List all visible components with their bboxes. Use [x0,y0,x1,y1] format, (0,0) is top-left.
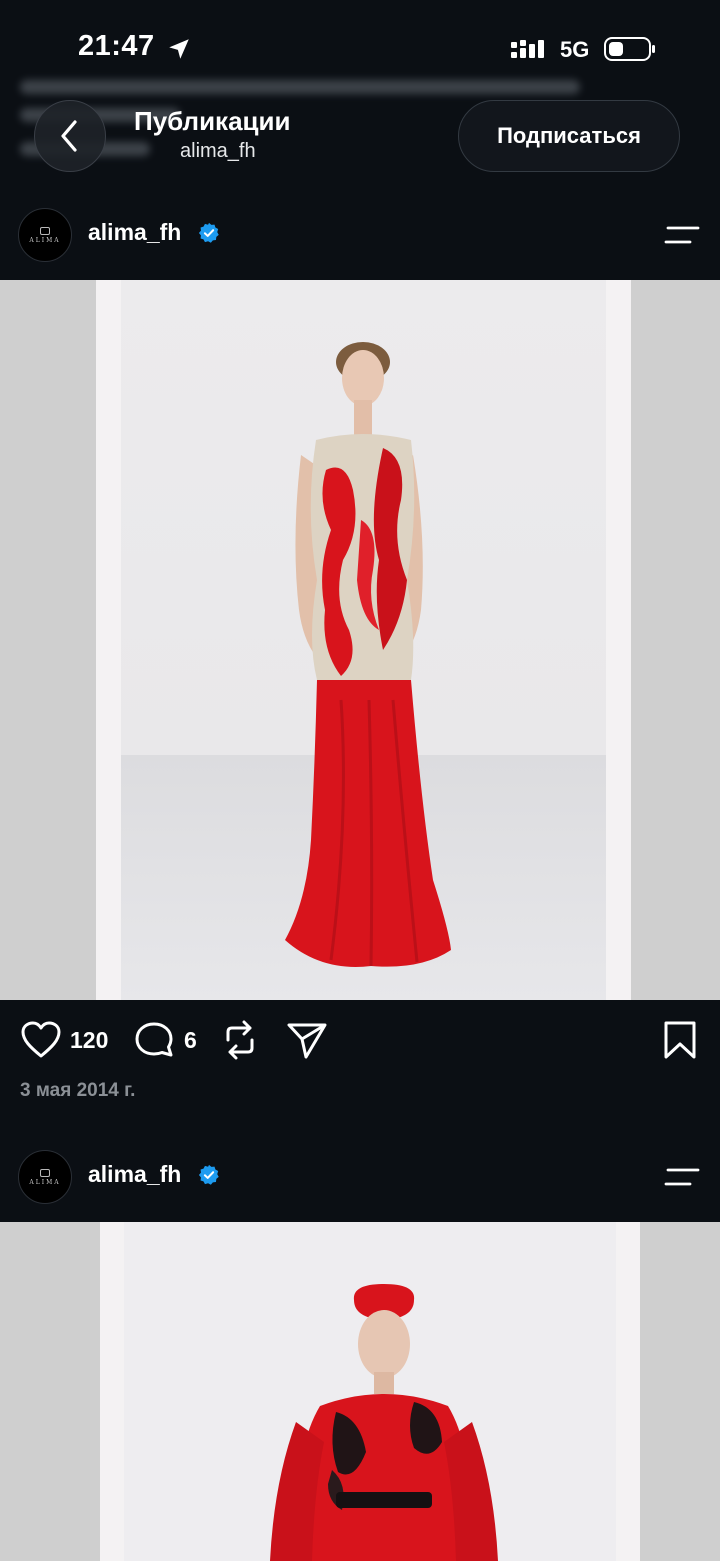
menu-icon[interactable] [664,224,700,246]
repost-button[interactable] [220,1020,260,1060]
share-button[interactable] [286,1020,328,1060]
author-name[interactable]: alima_fh [88,1161,181,1188]
model-in-red-gown-figure [285,342,451,967]
status-bar: 21:47 5G [0,0,720,96]
bookmark-icon [664,1021,696,1059]
bookmark-button[interactable] [662,1020,698,1060]
comment-icon [135,1022,173,1057]
back-button[interactable] [34,100,106,172]
comment-button[interactable]: 6 [134,1020,197,1060]
page-title: Публикации [134,106,291,136]
follow-button[interactable]: Подписаться [458,100,680,172]
avatar[interactable]: ALIMA [18,1150,72,1204]
like-button[interactable]: 120 [20,1020,108,1060]
verified-icon [198,1164,219,1185]
post-image[interactable] [0,1222,720,1561]
post-author-row: ALIMA alima_fh [0,1150,720,1206]
network-label: 5G [560,37,590,62]
avatar-logo-text: ALIMA [29,1178,61,1186]
signal-icon [511,40,544,58]
menu-icon[interactable] [664,1166,700,1188]
avatar[interactable]: ALIMA [18,208,72,262]
status-time: 21:47 [78,30,155,62]
back-icon [61,120,77,152]
post-date: 3 мая 2014 г. [20,1080,136,1101]
avatar-logo-mark [40,226,50,235]
post-image[interactable] [0,280,720,1000]
page-subtitle-username: alima_fh [180,140,256,162]
post-author-row: ALIMA alima_fh [0,208,720,264]
heart-icon [21,1021,61,1058]
avatar-logo-text: ALIMA [29,236,61,244]
model-in-red-coat-figure [270,1284,498,1561]
repost-icon [226,1020,254,1060]
header: Публикации alima_fh Подписаться [0,96,720,178]
battery-icon [604,37,655,61]
post-actions: 120 6 [0,1020,720,1064]
share-icon [287,1023,327,1059]
verified-icon [198,222,219,243]
comment-count: 6 [184,1026,197,1053]
author-name[interactable]: alima_fh [88,219,181,246]
location-arrow-icon [169,39,189,59]
avatar-logo-mark [40,1168,50,1177]
like-count: 120 [70,1026,109,1053]
